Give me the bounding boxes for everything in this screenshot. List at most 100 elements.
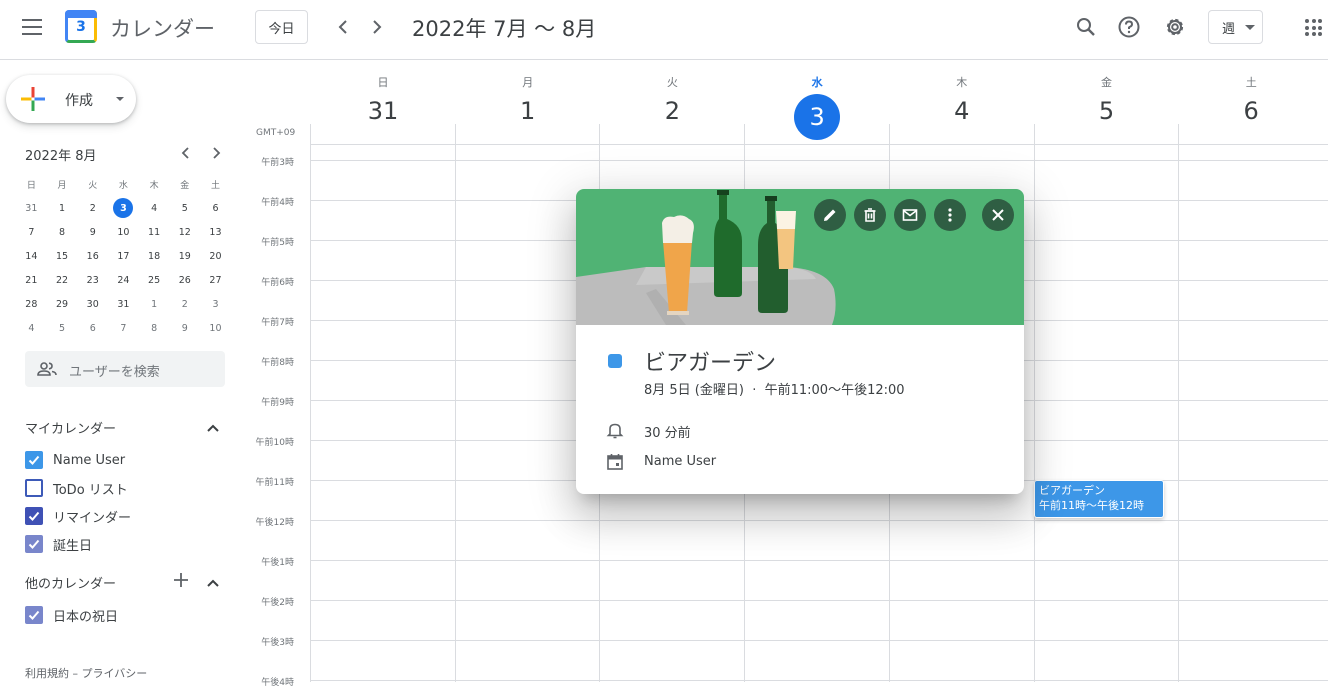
mini-calendar-day[interactable]: 26	[169, 268, 200, 292]
checkbox-checked-icon[interactable]	[25, 451, 43, 469]
add-other-calendar-button[interactable]	[173, 572, 189, 588]
calendar-toggle[interactable]: 日本の祝日	[25, 605, 118, 625]
main-menu-icon[interactable]	[22, 19, 42, 35]
mini-calendar-day[interactable]: 30	[77, 292, 108, 316]
event-chip-beer-garden[interactable]: ビアガーデン 午前11時～午後12時	[1034, 480, 1164, 518]
day-header-date[interactable]: 31	[311, 97, 455, 125]
day-header-date[interactable]: 4	[890, 97, 1034, 125]
mini-calendar-day[interactable]: 21	[16, 268, 47, 292]
mini-calendar-day[interactable]: 31	[108, 292, 139, 316]
checkbox-checked-icon[interactable]	[25, 606, 43, 624]
day-header[interactable]: 月1	[456, 74, 600, 125]
calendar-logo-icon[interactable]: 3	[65, 10, 97, 43]
mini-calendar-day[interactable]: 10	[108, 220, 139, 244]
mini-calendar-day-number: 9	[89, 226, 96, 238]
day-header-date[interactable]: 6	[1179, 97, 1323, 125]
create-button[interactable]: 作成	[6, 75, 136, 123]
mini-calendar-day[interactable]: 10	[200, 316, 231, 340]
search-people-input[interactable]: ユーザーを検索	[25, 351, 225, 387]
mini-calendar-day[interactable]: 23	[77, 268, 108, 292]
mini-calendar-day[interactable]: 5	[169, 196, 200, 220]
mini-calendar-day[interactable]: 6	[200, 196, 231, 220]
mini-calendar-day[interactable]: 3	[200, 292, 231, 316]
mini-calendar-day[interactable]: 11	[139, 220, 170, 244]
mini-calendar-day[interactable]: 2	[169, 292, 200, 316]
mini-calendar-day[interactable]: 20	[200, 244, 231, 268]
day-header[interactable]: 日 31	[311, 74, 455, 125]
mini-calendar-day[interactable]: 2	[77, 196, 108, 220]
mini-calendar-day[interactable]: 7	[108, 316, 139, 340]
mini-calendar-prev-button[interactable]	[178, 145, 194, 163]
mini-calendar-day[interactable]: 12	[169, 220, 200, 244]
my-calendars-collapse-button[interactable]	[205, 420, 221, 436]
calendar-toggle[interactable]: ToDo リスト	[25, 478, 128, 498]
day-header[interactable]: 土6	[1179, 74, 1323, 125]
calendar-toggle[interactable]: リマインダー	[25, 506, 131, 526]
mini-calendar-day[interactable]: 7	[16, 220, 47, 244]
day-header-date[interactable]: 1	[456, 97, 600, 125]
settings-button[interactable]	[1162, 14, 1188, 40]
mini-calendar-day[interactable]: 25	[139, 268, 170, 292]
mini-calendar-day-number: 4	[28, 322, 35, 334]
my-calendars-title[interactable]: マイカレンダー	[25, 418, 116, 437]
mini-calendar-day[interactable]: 9	[77, 220, 108, 244]
other-calendars-collapse-button[interactable]	[205, 575, 221, 591]
mini-calendar-day[interactable]: 22	[47, 268, 78, 292]
mini-calendar-day[interactable]: 17	[108, 244, 139, 268]
day-header-date[interactable]: 5	[1035, 97, 1179, 125]
day-header-date[interactable]: 2	[600, 97, 744, 125]
day-header[interactable]: 火2	[600, 74, 744, 125]
checkbox-unchecked-icon[interactable]	[25, 479, 43, 497]
mini-calendar-day-number: 2	[181, 298, 188, 310]
mini-calendar-day[interactable]: 8	[139, 316, 170, 340]
mini-calendar-day[interactable]: 5	[47, 316, 78, 340]
mini-calendar-day[interactable]: 15	[47, 244, 78, 268]
previous-period-button[interactable]	[334, 16, 354, 38]
delete-event-button[interactable]	[854, 199, 886, 231]
next-period-button[interactable]	[366, 16, 386, 38]
view-selector[interactable]: 週	[1208, 10, 1263, 44]
mini-calendar-day[interactable]: 29	[47, 292, 78, 316]
day-header[interactable]: 金5	[1035, 74, 1179, 125]
mini-calendar-day[interactable]: 31	[16, 196, 47, 220]
mini-calendar-day[interactable]: 14	[16, 244, 47, 268]
checkbox-checked-icon[interactable]	[25, 535, 43, 553]
footer-links[interactable]: 利用規約 – プライバシー	[25, 665, 147, 681]
mini-calendar-day[interactable]: 16	[77, 244, 108, 268]
calendar-toggle[interactable]: Name User	[25, 450, 125, 470]
mini-calendar-day[interactable]: 1	[47, 196, 78, 220]
google-apps-icon[interactable]	[1305, 19, 1322, 36]
mini-calendar-day[interactable]: 4	[16, 316, 47, 340]
mini-calendar-day[interactable]: 4	[139, 196, 170, 220]
calendar-name: リマインダー	[53, 510, 132, 526]
mini-calendar-day[interactable]: 19	[169, 244, 200, 268]
mini-calendar-day[interactable]: 9	[169, 316, 200, 340]
dropdown-caret-icon	[116, 97, 124, 101]
timezone-label: GMT+09	[256, 128, 296, 138]
today-button[interactable]: 今日	[255, 10, 308, 44]
checkbox-checked-icon[interactable]	[25, 507, 43, 525]
mini-calendar-day[interactable]: 6	[77, 316, 108, 340]
app-title[interactable]: カレンダー	[110, 13, 215, 43]
mini-calendar-day[interactable]: 1	[139, 292, 170, 316]
edit-event-button[interactable]	[814, 199, 846, 231]
mini-calendar-day[interactable]: 3	[108, 196, 139, 220]
calendar-toggle[interactable]: 誕生日	[25, 534, 92, 554]
search-button[interactable]	[1073, 14, 1099, 40]
mini-calendar-next-button[interactable]	[208, 145, 224, 163]
mini-calendar-day[interactable]: 13	[200, 220, 231, 244]
email-guests-button[interactable]	[894, 199, 926, 231]
more-options-button[interactable]	[934, 199, 966, 231]
mini-calendar-day[interactable]: 27	[200, 268, 231, 292]
calendar-icon	[607, 454, 623, 470]
mini-calendar-day[interactable]: 18	[139, 244, 170, 268]
other-calendars-title[interactable]: 他のカレンダー	[25, 573, 116, 592]
mini-calendar-day[interactable]: 24	[108, 268, 139, 292]
mini-calendar-day-number: 1	[59, 202, 66, 214]
mini-calendar-day[interactable]: 28	[16, 292, 47, 316]
hour-grid-line	[310, 680, 1328, 681]
help-button[interactable]	[1116, 14, 1142, 40]
close-popup-button[interactable]	[982, 199, 1014, 231]
day-header[interactable]: 木4	[890, 74, 1034, 125]
mini-calendar-day[interactable]: 8	[47, 220, 78, 244]
